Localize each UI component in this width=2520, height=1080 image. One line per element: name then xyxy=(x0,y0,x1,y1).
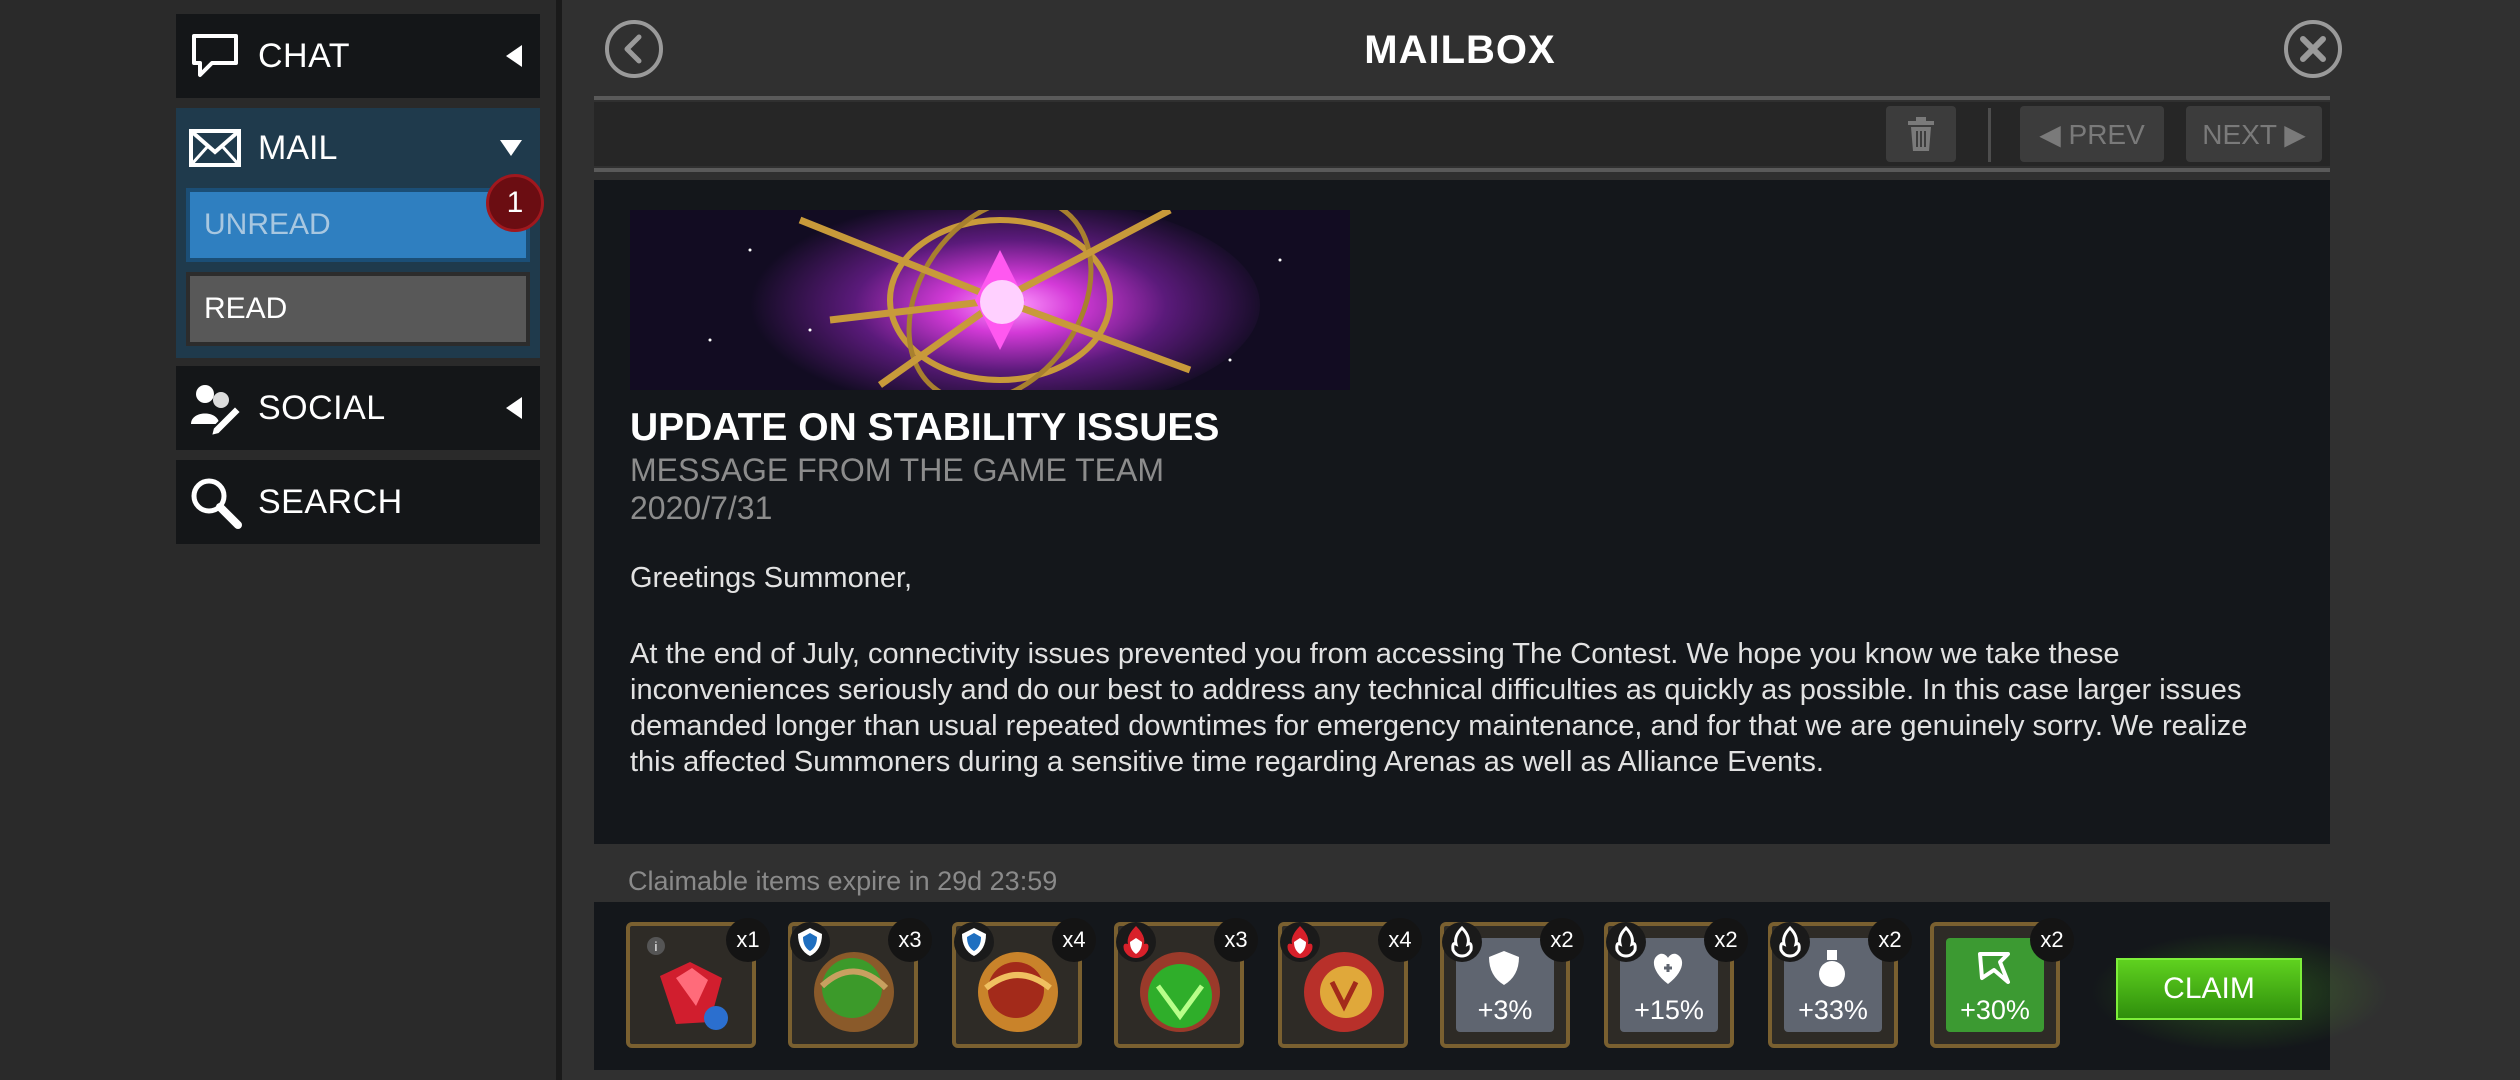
boost-value: +30% xyxy=(1960,995,2030,1025)
flame-icon xyxy=(1442,922,1482,962)
search-icon xyxy=(186,473,244,531)
reward-quantity: x3 xyxy=(1214,918,1258,962)
reward-item[interactable]: +3% x2 xyxy=(1440,918,1584,1048)
reward-item[interactable]: i x1 xyxy=(626,918,770,1048)
next-button[interactable]: NEXT ▶ xyxy=(2186,106,2322,162)
message-panel: UPDATE ON STABILITY ISSUES MESSAGE FROM … xyxy=(594,180,2330,844)
shield-icon xyxy=(1489,951,1519,985)
delete-button[interactable] xyxy=(1886,106,1956,162)
back-button[interactable] xyxy=(605,20,663,78)
header-divider xyxy=(594,96,2330,100)
toolbar-separator xyxy=(1988,108,1991,162)
reward-quantity: x1 xyxy=(726,918,770,962)
sidebar-item-label: SEARCH xyxy=(258,482,403,521)
chat-bubble-icon xyxy=(186,27,244,85)
prev-button[interactable]: ◀ PREV xyxy=(2020,106,2164,162)
reward-quantity: x2 xyxy=(2030,918,2074,962)
sidebar-item-chat[interactable]: CHAT xyxy=(176,14,540,98)
message-greeting: Greetings Summoner, xyxy=(630,562,913,594)
message-sender: MESSAGE FROM THE GAME TEAM xyxy=(630,452,1164,488)
reward-quantity: x4 xyxy=(1052,918,1096,962)
reward-item[interactable]: +33% x2 xyxy=(1768,918,1912,1048)
flame-icon xyxy=(1606,922,1646,962)
trash-icon xyxy=(1908,117,1934,151)
reward-quantity: x4 xyxy=(1378,918,1422,962)
flame-icon xyxy=(1770,922,1810,962)
toolbar-divider xyxy=(594,168,2330,172)
chevron-left-icon xyxy=(624,34,642,64)
chevron-left-icon xyxy=(506,45,522,67)
chevron-left-icon xyxy=(506,397,522,419)
boost-value: +33% xyxy=(1798,995,1868,1025)
reward-item[interactable]: +30% x2 xyxy=(1930,918,2074,1048)
message-banner-image xyxy=(630,210,1350,390)
sidebar-item-label: SOCIAL xyxy=(258,388,386,427)
svg-text:i: i xyxy=(655,939,658,954)
health-up-icon xyxy=(1653,953,1683,984)
sidebar-mail-group: MAIL UNREAD READ 1 xyxy=(176,108,544,358)
sidebar-item-mail[interactable]: MAIL xyxy=(176,108,540,188)
sidebar-item-label: MAIL xyxy=(258,128,338,167)
unread-filter-button[interactable]: UNREAD xyxy=(186,188,530,262)
chevron-down-icon xyxy=(500,140,522,156)
reward-item[interactable]: x3 xyxy=(1114,918,1258,1048)
arrow-boost-icon xyxy=(1978,952,2010,984)
reward-quantity: x2 xyxy=(1704,918,1748,962)
reward-item[interactable]: x4 xyxy=(952,918,1096,1048)
potion-icon xyxy=(1819,950,1845,987)
unread-count-badge: 1 xyxy=(486,174,544,232)
message-date: 2020/7/31 xyxy=(630,490,773,526)
red-flame-orb-icon xyxy=(1280,922,1320,962)
sidebar-item-social[interactable]: SOCIAL xyxy=(176,366,540,450)
reward-item[interactable]: x3 xyxy=(788,918,932,1048)
close-icon xyxy=(2300,36,2326,62)
reward-quantity: x3 xyxy=(888,918,932,962)
sidebar-item-label: CHAT xyxy=(258,36,351,75)
reward-item[interactable]: x4 xyxy=(1278,918,1422,1048)
page-title: MAILBOX xyxy=(1364,28,1556,72)
reward-quantity: x2 xyxy=(1868,918,1912,962)
close-button[interactable] xyxy=(2284,20,2342,78)
reward-quantity: x2 xyxy=(1540,918,1584,962)
left-divider xyxy=(556,0,562,1080)
message-body: At the end of July, connectivity issues … xyxy=(630,638,2248,778)
read-filter-button[interactable]: READ xyxy=(186,272,530,346)
blue-shield-orb-icon xyxy=(790,922,830,962)
social-people-icon xyxy=(186,379,244,437)
envelope-icon xyxy=(186,119,244,177)
red-flame-orb-icon xyxy=(1116,922,1156,962)
reward-item[interactable]: +15% x2 xyxy=(1604,918,1748,1048)
message-title: UPDATE ON STABILITY ISSUES xyxy=(630,406,1220,449)
blue-shield-orb-icon xyxy=(954,922,994,962)
claim-button[interactable]: CLAIM xyxy=(2116,958,2302,1020)
expiry-notice: Claimable items expire in 29d 23:59 xyxy=(628,866,1058,896)
boost-value: +3% xyxy=(1477,995,1533,1025)
sidebar-item-search[interactable]: SEARCH xyxy=(176,460,540,544)
boost-value: +15% xyxy=(1634,995,1704,1025)
